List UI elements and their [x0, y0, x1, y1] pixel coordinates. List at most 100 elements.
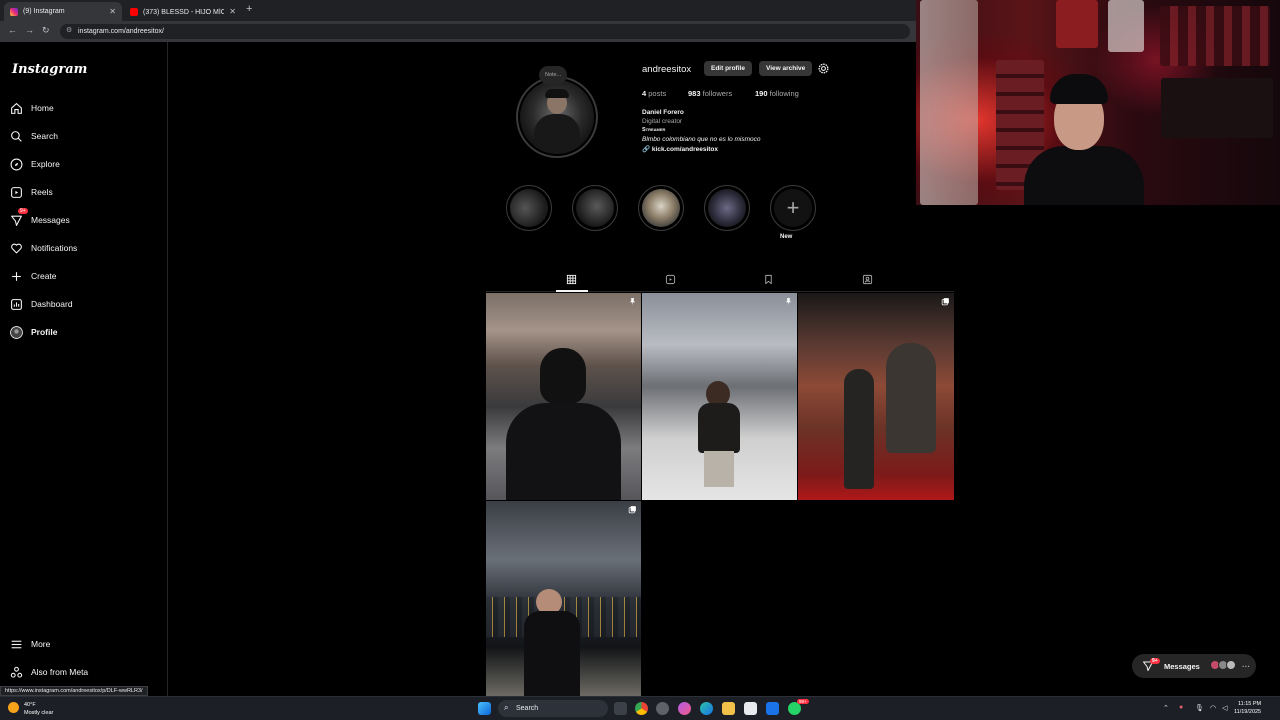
sidebar-item-also-from-meta[interactable]: Also from Meta	[10, 662, 88, 682]
weather-condition: Mostly clear	[24, 710, 54, 716]
sidebar-item-search[interactable]: Search	[10, 126, 58, 146]
edge-icon[interactable]	[700, 702, 713, 715]
file-explorer-icon[interactable]	[722, 702, 735, 715]
profile-link-text: kick.com/andreesitox	[651, 146, 719, 153]
sidebar-item-create[interactable]: Create	[10, 266, 57, 286]
sidebar-item-profile[interactable]: Profile	[10, 322, 57, 342]
sidebar-item-home[interactable]: Home	[10, 98, 54, 118]
taskbar-clock[interactable]: 11:15 PM 11/19/2025	[1234, 700, 1261, 716]
following-stat[interactable]: 190 following	[755, 89, 799, 98]
reload-icon[interactable]: ↻	[42, 25, 50, 36]
posts-label: posts	[648, 89, 667, 98]
chrome-icon[interactable]	[635, 702, 648, 715]
profile-full-name: Daniel Forero	[642, 109, 684, 116]
new-highlight-label: New	[780, 234, 793, 240]
active-tab-indicator	[556, 290, 588, 292]
sidebar-item-more[interactable]: More	[10, 634, 50, 654]
close-tab-icon[interactable]: ✕	[229, 7, 236, 16]
tray-app-icon[interactable]: ●	[1179, 704, 1183, 711]
back-arrow-icon[interactable]: ←	[8, 25, 17, 35]
dashboard-icon	[11, 298, 22, 310]
messages-badge: 9+	[18, 208, 28, 214]
youtube-favicon-icon	[130, 7, 138, 16]
clock-date: 11/19/2025	[1234, 709, 1262, 715]
temperature: 40°F	[24, 702, 36, 708]
post-thumbnail-3[interactable]: ​	[798, 293, 954, 500]
floating-messages-label: Messages	[1164, 661, 1200, 671]
contact-avatar	[1226, 660, 1237, 670]
avatar-icon	[10, 325, 23, 339]
view-archive-button[interactable]: View archive	[759, 61, 813, 76]
new-tab-button[interactable]: +	[246, 3, 252, 15]
following-label: following	[769, 89, 799, 98]
app-icon[interactable]	[678, 702, 691, 715]
search-icon: ⌕	[504, 703, 509, 712]
taskbar-search-label: Search	[516, 705, 539, 712]
tagged-tab-icon[interactable]	[862, 274, 873, 285]
followers-stat[interactable]: 983 followers	[688, 89, 732, 98]
tab-title: (9) Instagram	[23, 8, 65, 15]
posts-grid-tab-icon[interactable]	[566, 274, 577, 285]
highlight-1[interactable]	[506, 185, 552, 231]
messenger-icon	[11, 215, 22, 226]
microphone-icon[interactable]: 🎙	[1195, 704, 1204, 712]
store-icon[interactable]	[744, 702, 757, 715]
wifi-icon[interactable]: ◠	[1210, 704, 1216, 712]
highlight-2[interactable]	[572, 185, 618, 231]
post-thumbnail-1[interactable]	[486, 293, 641, 500]
sidebar-item-label: Also from Meta	[31, 667, 89, 677]
whatsapp-badge: 99+	[797, 699, 809, 704]
address-bar[interactable]: ⚙ instagram.com/andreesitox/	[60, 24, 910, 39]
floating-messages-button[interactable]: 9+ Messages ···	[1132, 654, 1256, 678]
sidebar-item-dashboard[interactable]: Dashboard	[10, 294, 73, 314]
profile-link[interactable]: 🔗 kick.com/andreesitox	[642, 145, 718, 153]
bio-line-2: Blmbo colombiano que no es lo mismoco	[642, 136, 761, 143]
saved-tab-icon[interactable]	[763, 274, 774, 285]
post-thumbnail-4[interactable]	[486, 501, 641, 696]
instagram-favicon-icon	[10, 7, 18, 16]
site-info-icon[interactable]: ⚙	[66, 26, 72, 34]
heart-icon	[11, 243, 22, 253]
taskbar-search[interactable]: ⌕ Search	[498, 700, 608, 717]
forward-arrow-icon[interactable]: →	[25, 25, 34, 35]
chevron-up-icon[interactable]: ⌃	[1163, 704, 1169, 712]
followers-label: followers	[702, 89, 733, 98]
sidebar-item-label: More	[31, 639, 51, 649]
browser-tab-youtube[interactable]: (373) BLESSD - HIJO MÍO 🧑‍🍼🎵 ✕	[124, 2, 242, 21]
new-highlight-button[interactable]: +	[770, 185, 816, 231]
sidebar-item-label: Search	[31, 131, 58, 141]
reels-icon	[11, 186, 22, 198]
profile-avatar[interactable]	[520, 80, 594, 154]
speaker-icon[interactable]: ◁	[1222, 704, 1227, 712]
highlight-4[interactable]	[704, 185, 750, 231]
post-thumbnail-2[interactable]	[642, 293, 797, 500]
plus-icon	[12, 271, 21, 281]
profile-username: andreesitox	[642, 64, 692, 75]
app-icon[interactable]	[656, 702, 669, 715]
webcam-overlay	[916, 0, 1280, 205]
sidebar-item-messages[interactable]: 9+ Messages	[10, 208, 70, 230]
reels-tab-icon[interactable]	[665, 274, 676, 285]
plus-icon: +	[774, 189, 812, 227]
instagram-logo[interactable]: Instagram	[12, 62, 87, 77]
carousel-icon	[941, 298, 949, 306]
windows-start-icon[interactable]	[478, 702, 491, 715]
sidebar-item-label: Dashboard	[31, 299, 73, 309]
outlook-icon[interactable]	[766, 702, 779, 715]
sidebar-item-notifications[interactable]: Notifications	[10, 238, 77, 258]
sidebar-item-label: Home	[31, 103, 54, 113]
recent-contacts-avatars	[1209, 660, 1237, 672]
close-tab-icon[interactable]: ✕	[109, 7, 116, 16]
highlight-3[interactable]	[638, 185, 684, 231]
gear-icon[interactable]	[817, 62, 830, 75]
followers-count: 983	[688, 89, 701, 98]
clock-time: 11:15 PM	[1237, 701, 1262, 707]
sidebar-item-explore[interactable]: Explore	[10, 154, 60, 174]
browser-tab-instagram[interactable]: (9) Instagram ✕	[4, 2, 122, 21]
edit-profile-button[interactable]: Edit profile	[704, 61, 752, 76]
sidebar-item-reels[interactable]: Reels	[10, 182, 53, 202]
search-icon	[11, 130, 22, 142]
task-view-icon[interactable]	[614, 702, 627, 715]
note-bubble[interactable]: Note...	[539, 66, 568, 84]
posts-stat: 4 posts	[642, 89, 666, 98]
